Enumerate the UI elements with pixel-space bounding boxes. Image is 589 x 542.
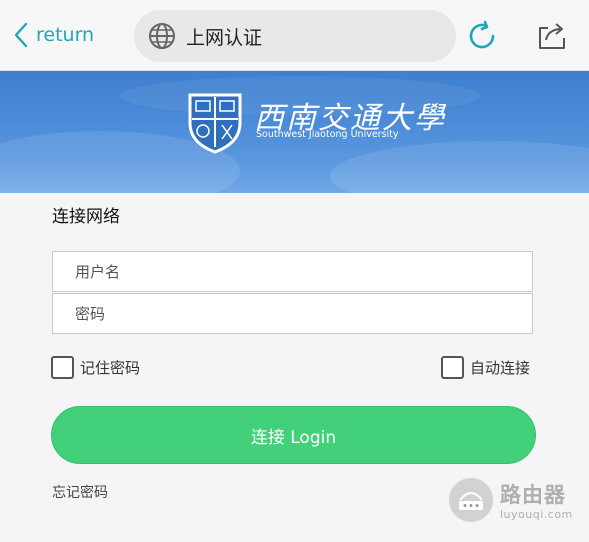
university-emblem-icon	[186, 89, 244, 159]
address-bar[interactable]: 上网认证	[134, 10, 456, 62]
university-name-en: Southwest Jiaotong University	[256, 129, 399, 140]
watermark-name: 路由器	[500, 483, 566, 507]
password-field-wrapper	[52, 293, 533, 334]
username-input[interactable]	[53, 252, 532, 291]
remember-password-label: 记住密码	[80, 359, 141, 377]
form-heading: 连接网络	[52, 207, 120, 227]
share-icon[interactable]	[536, 20, 568, 54]
router-logo-icon	[449, 478, 493, 522]
chevron-left-icon	[14, 22, 28, 48]
password-input[interactable]	[53, 294, 532, 333]
auto-connect-checkbox[interactable]: 自动连接	[441, 356, 530, 379]
login-button[interactable]: 连接 Login	[51, 406, 536, 464]
auto-connect-label: 自动连接	[470, 359, 531, 377]
back-label: return	[36, 24, 95, 46]
globe-icon	[148, 22, 176, 50]
checkbox-box[interactable]	[51, 356, 74, 379]
remember-password-checkbox[interactable]: 记住密码	[51, 356, 140, 379]
refresh-icon[interactable]	[466, 20, 498, 56]
university-banner: 西南交通大學 Southwest Jiaotong University	[0, 71, 589, 193]
back-button[interactable]: return	[14, 18, 94, 52]
page-title: 上网认证	[186, 26, 263, 49]
browser-toolbar: return 上网认证	[0, 0, 589, 71]
username-field-wrapper	[52, 251, 533, 292]
watermark-url: luyouqi.com	[500, 508, 573, 521]
checkbox-box[interactable]	[441, 356, 464, 379]
forgot-password-link[interactable]: 忘记密码	[52, 482, 108, 502]
